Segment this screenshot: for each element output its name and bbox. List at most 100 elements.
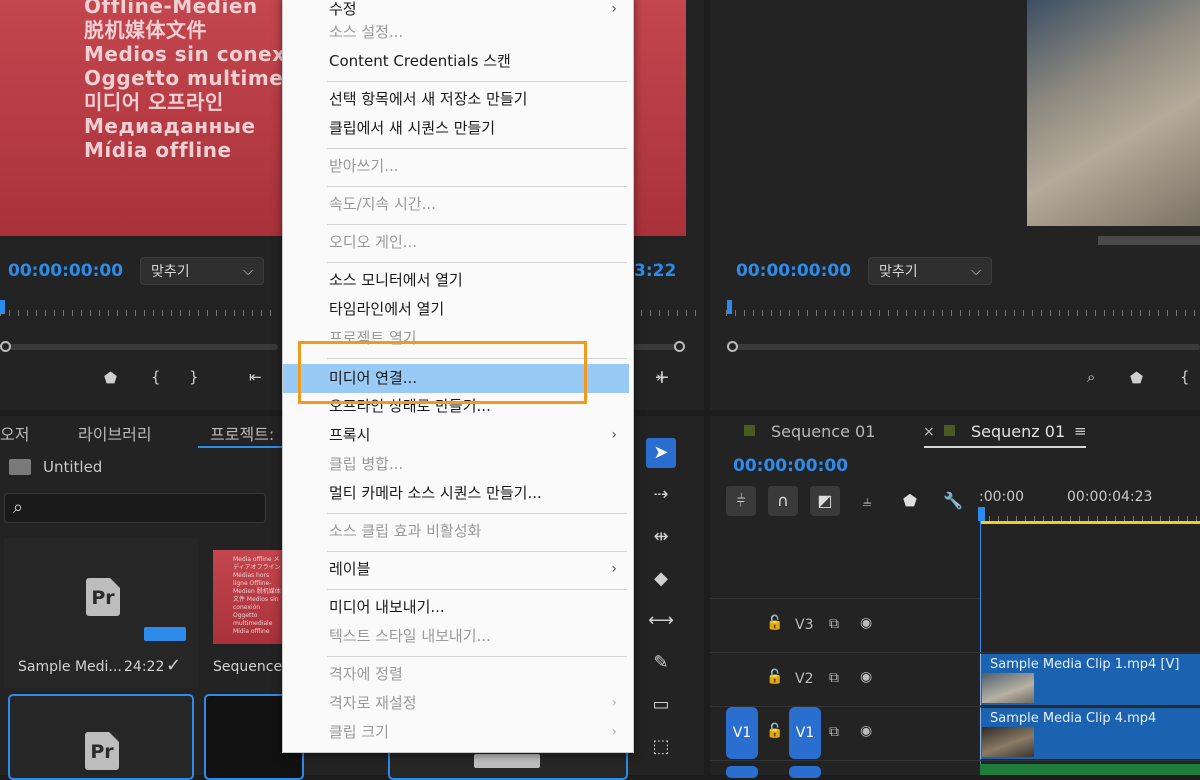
audio-track-toggle[interactable] [726, 766, 758, 778]
source-patch-v1[interactable]: V1 [726, 707, 758, 759]
source-zoom-handle-left[interactable] [0, 341, 11, 352]
mark-out-icon[interactable]: } [189, 368, 199, 386]
eye-icon[interactable]: ◉ [860, 615, 872, 631]
menu-item-export-media[interactable]: 미디어 내보내기... [283, 593, 629, 622]
close-tab-icon[interactable]: × [923, 424, 935, 440]
menu-item-open-in-source-monitor[interactable]: 소스 모니터에서 열기 [283, 266, 629, 295]
track-select-tool-icon[interactable]: ⇢ [646, 480, 676, 510]
sync-lock-icon[interactable]: ⧉ [829, 724, 839, 740]
menu-item-content-credentials-scan[interactable]: Content Credentials 스캔 [283, 47, 629, 76]
marker-icon[interactable]: ⬟ [104, 369, 117, 387]
program-time-ruler[interactable] [726, 306, 1200, 318]
source-time-ruler-right[interactable] [632, 306, 698, 318]
tab-project[interactable]: 프로젝트: [210, 421, 274, 445]
track-target-v1[interactable]: V1 [789, 707, 821, 759]
menu-item-merge-clips[interactable]: 클립 병합... [283, 450, 629, 479]
lock-icon[interactable]: 🔓 [766, 615, 783, 631]
nest-sequence-icon[interactable]: ⫩ [726, 486, 756, 516]
menu-item-label[interactable]: 레이블 › [283, 555, 629, 584]
menu-item-new-sequence-from-clip[interactable]: 클립에서 새 시퀀스 만들기 [283, 114, 629, 143]
source-timecode[interactable]: 00:00:00:00 [8, 261, 123, 281]
program-zoom-handle[interactable] [727, 341, 738, 352]
add-button-icon[interactable]: + [654, 366, 670, 388]
tab-media-browser[interactable]: 오저 [0, 421, 29, 445]
sync-lock-icon[interactable]: ⧉ [829, 616, 839, 632]
type-tool-icon[interactable]: ⬚ [646, 732, 676, 762]
menu-item-open-in-timeline[interactable]: 타임라인에서 열기 [283, 295, 629, 324]
audio-clip[interactable] [980, 764, 1200, 775]
marker-icon[interactable]: ⬟ [1130, 369, 1143, 387]
timeline-timecode[interactable]: 00:00:00:00 [733, 456, 848, 476]
program-fit-dropdown[interactable]: 맞추기 ⌵ [868, 257, 992, 285]
rectangle-tool-icon[interactable]: ▭ [646, 690, 676, 720]
project-item-card-selected[interactable]: Pr [8, 694, 194, 780]
clip-name: Sample Media Clip 4.mp4 [990, 711, 1157, 726]
lock-icon[interactable]: 🔓 [766, 723, 783, 739]
program-timecode[interactable]: 00:00:00:00 [736, 261, 851, 281]
source-playhead[interactable] [0, 300, 5, 314]
menu-item-source-settings[interactable]: 소스 설정... [283, 18, 629, 47]
source-time-ruler[interactable] [0, 306, 276, 318]
project-item-card[interactable]: Pr Sample Medi... 24:22 ✓ [4, 538, 198, 688]
snap-magnet-icon[interactable]: ∩ [768, 486, 798, 516]
mark-in-icon[interactable]: { [1180, 368, 1190, 386]
menu-item-audio-gain[interactable]: 오디오 게인... [283, 228, 629, 257]
menu-separator [327, 551, 627, 552]
panel-menu-icon[interactable]: ≡ [1074, 422, 1087, 440]
selection-tool-icon[interactable]: ➤ [646, 438, 676, 468]
source-zoom-handle-right[interactable] [674, 341, 685, 352]
sequence-thumbnail[interactable]: Media offline メディアオフライン Médias hors lign… [213, 550, 283, 644]
eye-icon[interactable]: ◉ [860, 723, 872, 739]
timeline-clip[interactable]: Sample Media Clip 4.mp4 [980, 708, 1200, 759]
track-label-v3[interactable]: V3 [795, 617, 813, 633]
menu-item-new-bin-from-selection[interactable]: 선택 항목에서 새 저장소 만들기 [283, 85, 629, 114]
menu-item-reset-to-grid[interactable]: 격자로 재설정 › [283, 689, 629, 718]
timeline-clip[interactable]: Sample Media Clip 1.mp4 [V] [980, 654, 1200, 705]
program-scroll-indicator[interactable] [1098, 236, 1200, 245]
razor-tool-icon[interactable]: ◆ [646, 564, 676, 594]
pen-tool-icon[interactable]: ✎ [646, 648, 676, 678]
linked-selection-icon[interactable]: ◩ [810, 486, 840, 516]
fit-label: 맞추기 [151, 264, 190, 280]
menu-item-transcribe[interactable]: 받아쓰기... [283, 152, 629, 181]
wrench-icon[interactable]: 🔧 [938, 486, 968, 516]
menu-item-export-text-styles[interactable]: 텍스트 스타일 내보내기... [283, 622, 629, 651]
tab-sequenz-01[interactable]: Sequenz 01 [971, 422, 1065, 441]
eye-icon[interactable]: ◉ [860, 669, 872, 685]
go-to-in-icon[interactable]: ⇤ [249, 368, 262, 386]
chevron-down-icon: ⌵ [971, 264, 981, 279]
menu-item-align-to-grid[interactable]: 격자에 정렬 [283, 660, 629, 689]
slip-tool-icon[interactable]: ⟷ [646, 606, 676, 636]
menu-label: 오디오 게인... [329, 233, 418, 251]
program-playhead[interactable] [727, 300, 732, 314]
scroll-bar-chip[interactable] [474, 754, 540, 768]
offline-text-3: Oggetto multime [84, 66, 282, 90]
export-frame-icon[interactable]: ⌕ [1087, 368, 1095, 386]
marker-icon[interactable]: ⬟ [895, 486, 925, 516]
mark-in-icon[interactable]: { [151, 368, 161, 386]
menu-item-speed-duration[interactable]: 속도/지속 시간... [283, 190, 629, 219]
search-input[interactable]: ⌕ [4, 493, 266, 523]
work-area-bar[interactable] [980, 521, 1200, 524]
menu-label: 격자에 정렬 [329, 665, 403, 683]
menu-item-create-multicam-sequence[interactable]: 멀티 카메라 소스 시퀀스 만들기... [283, 479, 629, 508]
timeline-playhead[interactable] [978, 507, 985, 521]
audio-track-toggle[interactable] [789, 766, 821, 778]
tab-sequence-01[interactable]: Sequence 01 [771, 422, 875, 441]
check-icon: ✓ [166, 655, 182, 676]
thumb-offline-text: Media offline メディアオフライン Médias hors lign… [233, 556, 281, 635]
source-zoom-scrollbar[interactable] [6, 344, 278, 350]
add-marker-track-icon[interactable]: ⫨ [852, 486, 882, 516]
item-name: Sample Medi... [18, 659, 122, 675]
track-label-v2[interactable]: V2 [795, 671, 813, 687]
tab-libraries[interactable]: 라이브러리 [78, 421, 152, 445]
source-fit-dropdown[interactable]: 맞추기 ⌵ [140, 257, 264, 285]
chevron-right-icon: › [611, 695, 617, 711]
menu-item-proxy[interactable]: 프록시 › [283, 421, 629, 450]
sync-lock-icon[interactable]: ⧉ [829, 670, 839, 686]
program-zoom-scrollbar[interactable] [732, 344, 1200, 350]
ripple-edit-tool-icon[interactable]: ⇹ [646, 522, 676, 552]
lock-icon[interactable]: 🔓 [766, 669, 783, 685]
menu-item-clip-size[interactable]: 클립 크기 › [283, 718, 629, 747]
menu-item-disable-source-clip-effects[interactable]: 소스 클립 효과 비활성화 [283, 517, 629, 546]
